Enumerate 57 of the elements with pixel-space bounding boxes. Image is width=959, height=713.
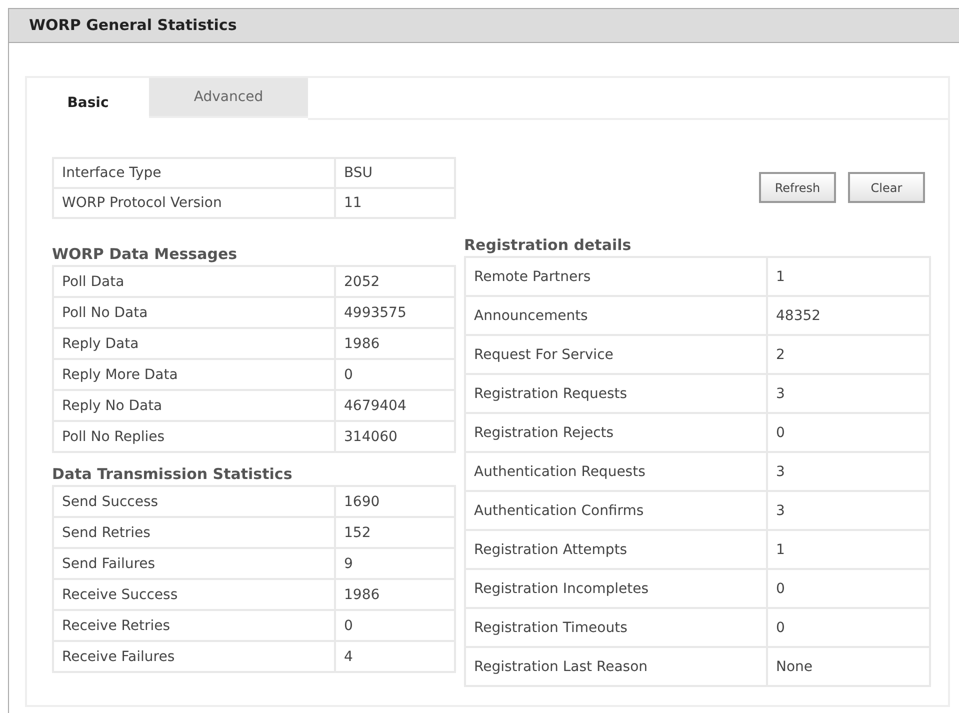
label-cell: Receive Failures: [53, 641, 335, 672]
label-cell: Authentication Requests: [465, 452, 767, 491]
value-cell: 1690: [335, 486, 455, 517]
label-cell: Receive Success: [53, 579, 335, 610]
value-cell: 1: [767, 257, 930, 296]
value-cell: 4993575: [335, 297, 455, 328]
label-cell: Authentication Confirms: [465, 491, 767, 530]
label-cell: Request For Service: [465, 335, 767, 374]
label-cell: Registration Last Reason: [465, 647, 767, 686]
value-cell: 9: [335, 548, 455, 579]
value-cell: 4679404: [335, 390, 455, 421]
value-cell: None: [767, 647, 930, 686]
action-button[interactable]: Clear: [848, 172, 925, 203]
label-cell: Registration Incompletes: [465, 569, 767, 608]
value-cell: 1: [767, 530, 930, 569]
value-cell: 3: [767, 374, 930, 413]
label-cell: Send Retries: [53, 517, 335, 548]
value-cell: 11: [335, 188, 455, 218]
section-heading: Registration details: [464, 235, 632, 256]
section-heading: Data Transmission Statistics: [52, 464, 294, 485]
value-cell: 152: [335, 517, 455, 548]
label-cell: Poll Data: [53, 266, 335, 297]
action-button[interactable]: Refresh: [759, 172, 836, 203]
value-cell: 0: [767, 413, 930, 452]
label-cell: Registration Timeouts: [465, 608, 767, 647]
value-cell: 0: [767, 608, 930, 647]
label-cell: Receive Retries: [53, 610, 335, 641]
value-cell: 1986: [335, 328, 455, 359]
label-cell: Remote Partners: [465, 257, 767, 296]
label-cell: Send Failures: [53, 548, 335, 579]
value-cell: 0: [335, 359, 455, 390]
value-cell: 3: [767, 491, 930, 530]
tab[interactable]: Advanced: [149, 78, 308, 118]
label-cell: Reply More Data: [53, 359, 335, 390]
label-cell: Reply Data: [53, 328, 335, 359]
label-cell: Registration Attempts: [465, 530, 767, 569]
label-cell: Poll No Data: [53, 297, 335, 328]
label-cell: Interface Type: [53, 158, 335, 188]
section-heading: WORP Data Messages: [52, 244, 238, 265]
value-cell: 0: [767, 569, 930, 608]
value-cell: BSU: [335, 158, 455, 188]
label-cell: Send Success: [53, 486, 335, 517]
value-cell: 3: [767, 452, 930, 491]
label-cell: Announcements: [465, 296, 767, 335]
value-cell: 2052: [335, 266, 455, 297]
label-cell: Reply No Data: [53, 390, 335, 421]
label-cell: Poll No Replies: [53, 421, 335, 452]
value-cell: 1986: [335, 579, 455, 610]
panel-title: WORP General Statistics: [9, 9, 959, 43]
value-cell: 48352: [767, 296, 930, 335]
value-cell: 2: [767, 335, 930, 374]
label-cell: Registration Requests: [465, 374, 767, 413]
value-cell: 4: [335, 641, 455, 672]
value-cell: 0: [335, 610, 455, 641]
label-cell: Registration Rejects: [465, 413, 767, 452]
label-cell: WORP Protocol Version: [53, 188, 335, 218]
value-cell: 314060: [335, 421, 455, 452]
